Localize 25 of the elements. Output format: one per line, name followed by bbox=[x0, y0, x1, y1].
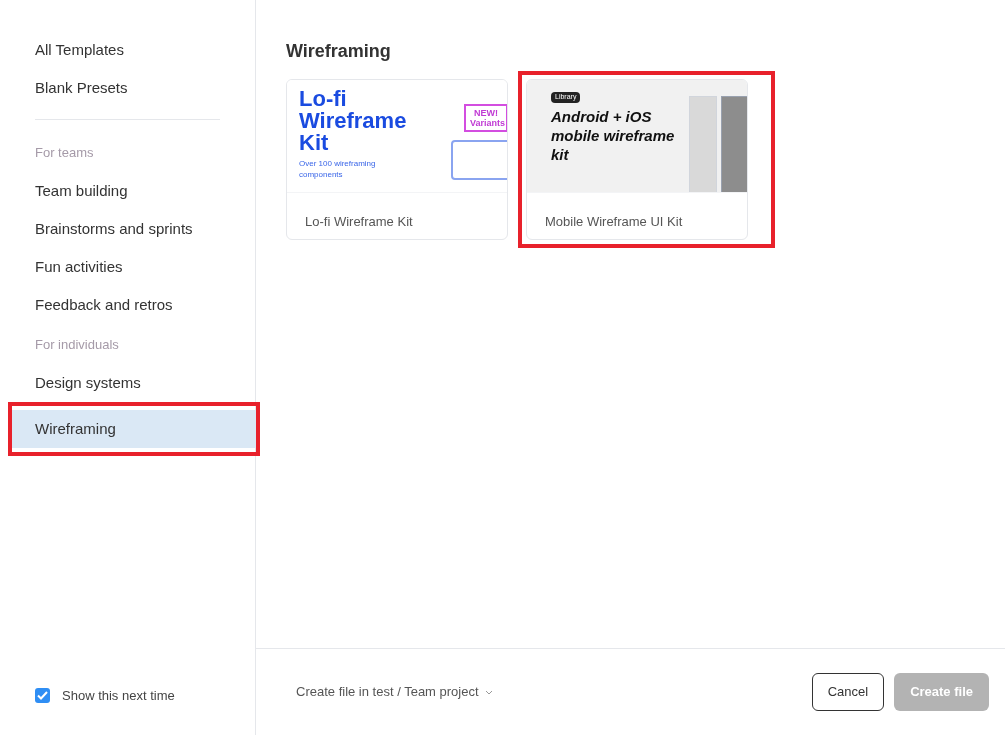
sidebar-item[interactable]: Blank Presets bbox=[12, 69, 255, 107]
cancel-button[interactable]: Cancel bbox=[811, 673, 885, 711]
thumbnail-title: Lo-fi Wireframe Kit bbox=[299, 88, 408, 154]
thumbnail-title: Android + iOS mobile wireframe kit bbox=[551, 106, 676, 164]
sidebar-item[interactable]: Brainstorms and sprints bbox=[12, 210, 255, 248]
section-heading: For individuals bbox=[35, 337, 119, 352]
new-badge: NEW! Variants bbox=[464, 104, 507, 132]
wireframe-window-drawing bbox=[451, 140, 507, 180]
section-heading: For teams bbox=[35, 145, 94, 160]
thumbnail-subtitle: Over 100 wireframing components bbox=[299, 158, 377, 180]
sidebar-item[interactable]: All Templates bbox=[12, 31, 255, 69]
checkbox[interactable] bbox=[35, 687, 50, 703]
checkmark-icon bbox=[37, 690, 48, 700]
template-name: Mobile Wireframe UI Kit bbox=[545, 214, 683, 229]
location-dropdown[interactable]: Create file in test / Team project bbox=[296, 682, 493, 702]
sidebar-item[interactable]: Fun activities bbox=[12, 248, 255, 286]
sidebar-item[interactable]: Feedback and retros bbox=[12, 286, 255, 324]
template-name: Lo-fi Wireframe Kit bbox=[305, 214, 413, 229]
checkbox-label: Show this next time bbox=[62, 686, 175, 705]
sidebar-item[interactable]: Design systems bbox=[12, 364, 255, 402]
chevron-down-icon bbox=[484, 689, 493, 695]
template-card[interactable]: Lo-fi Wireframe Kit Over 100 wireframing components NEW! Variants Lo-fi Wireframe Kit bbox=[286, 79, 508, 240]
section-title: Wireframing bbox=[286, 40, 392, 63]
sidebar-item[interactable]: Wireframing bbox=[12, 410, 256, 448]
sidebar-item[interactable]: Team building bbox=[12, 172, 255, 210]
